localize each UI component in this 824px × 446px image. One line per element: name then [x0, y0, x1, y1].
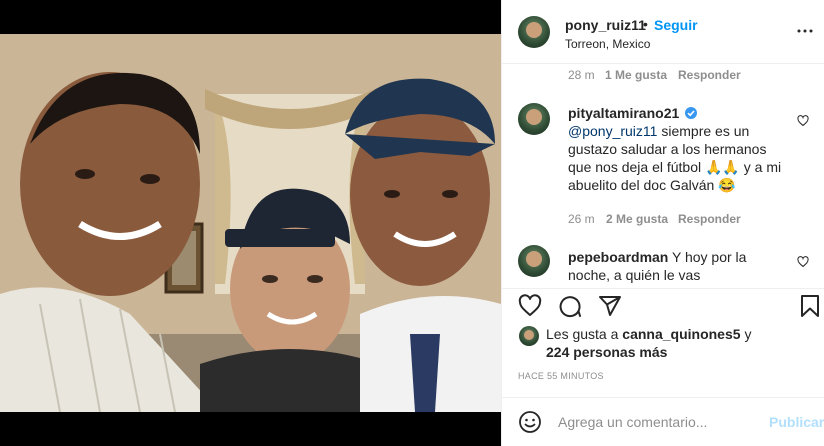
- likes-and: y: [744, 326, 752, 342]
- post-photo[interactable]: [0, 34, 501, 412]
- more-options-icon[interactable]: [796, 22, 814, 40]
- comment-like-heart-icon[interactable]: [797, 115, 809, 127]
- comments-list[interactable]: 28 m 1 Me gusta Responder pityaltamirano…: [502, 65, 824, 288]
- reply-button[interactable]: Responder: [678, 212, 741, 226]
- share-icon[interactable]: [598, 294, 622, 318]
- author-avatar[interactable]: [518, 16, 550, 48]
- liker-avatar[interactable]: [519, 326, 539, 346]
- likes-summary: Les gusta a canna_quinones5 y 224 person…: [546, 325, 816, 361]
- emoji-icon[interactable]: [518, 410, 542, 434]
- reply-button[interactable]: Responder: [678, 68, 741, 82]
- commenter-username[interactable]: pepeboardman: [568, 249, 668, 265]
- comment-time: 26 m: [568, 212, 595, 226]
- comment-emoji-2: 😂: [718, 177, 736, 193]
- post-side-panel: pony_ruiz11 • Seguir Torreon, Mexico 28 …: [501, 0, 824, 446]
- bookmark-icon[interactable]: [798, 294, 822, 318]
- comment-mention[interactable]: @pony_ruiz11: [568, 123, 657, 139]
- add-comment-bar: Publicar: [502, 397, 824, 446]
- comment-likes[interactable]: 2 Me gusta: [606, 212, 668, 226]
- author-username[interactable]: pony_ruiz11: [565, 17, 646, 33]
- comment-text: pityaltamirano21 @pony_ruiz11 siempre es…: [568, 104, 788, 194]
- comment-time: 28 m: [568, 68, 595, 82]
- post-header: pony_ruiz11 • Seguir Torreon, Mexico: [502, 0, 824, 64]
- photo-illustration: [0, 34, 501, 412]
- comment-text: pepeboardman Y hoy por la noche, a quién…: [568, 248, 788, 284]
- liker-username[interactable]: canna_quinones5: [622, 326, 740, 342]
- commenter-avatar[interactable]: [518, 245, 550, 277]
- likes-prefix: Les gusta a: [546, 326, 619, 342]
- heart-icon[interactable]: [518, 294, 542, 318]
- comment-like-heart-icon[interactable]: [797, 256, 809, 268]
- comment-input[interactable]: [558, 412, 758, 432]
- commenter-username[interactable]: pityaltamirano21: [568, 105, 679, 121]
- verified-badge-icon: [685, 107, 698, 119]
- follow-button[interactable]: Seguir: [654, 17, 698, 33]
- comment-likes[interactable]: 1 Me gusta: [605, 68, 667, 82]
- post-photo-area: [0, 0, 501, 446]
- comment-emoji-1: 🙏🙏: [705, 159, 740, 175]
- separator-dot: •: [643, 16, 648, 32]
- post-timestamp[interactable]: HACE 55 MINUTOS: [518, 371, 604, 381]
- commenter-avatar[interactable]: [518, 103, 550, 135]
- post-location[interactable]: Torreon, Mexico: [565, 37, 650, 51]
- comment-icon[interactable]: [558, 294, 582, 318]
- publish-button[interactable]: Publicar: [769, 414, 824, 430]
- likes-count-link[interactable]: 224 personas más: [546, 344, 667, 360]
